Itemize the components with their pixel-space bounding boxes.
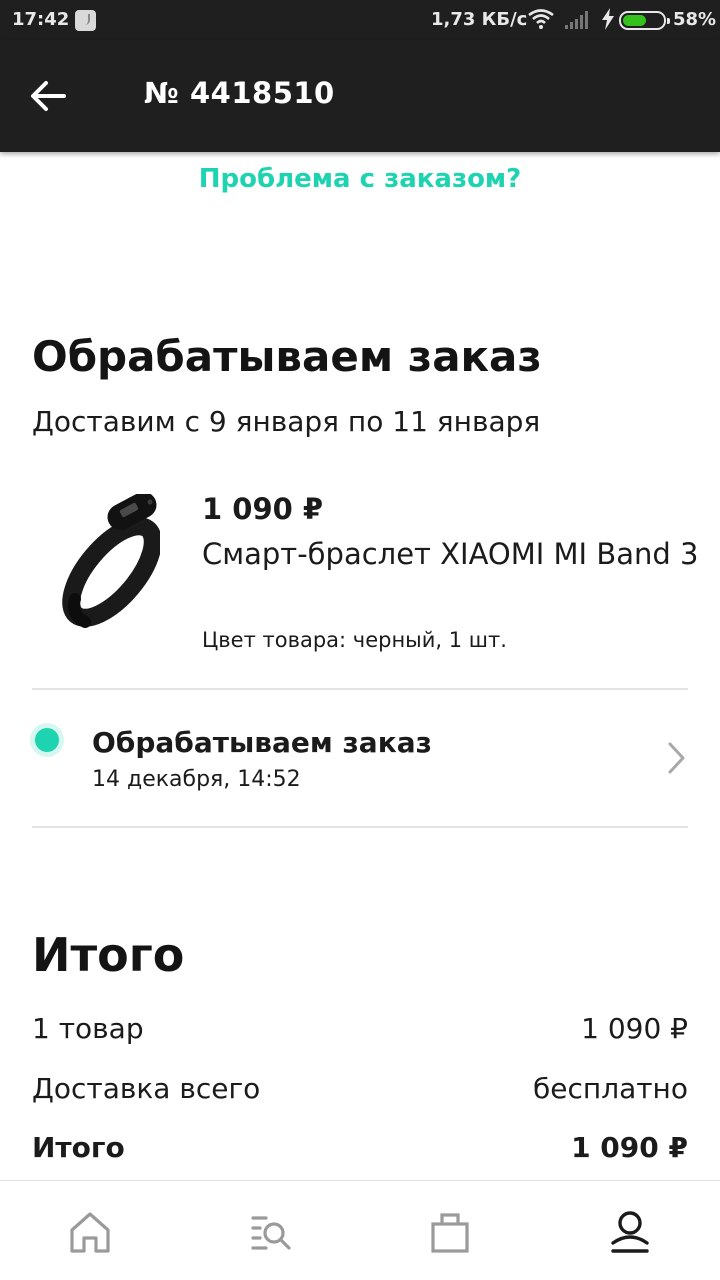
product-price: 1 090 ₽ (202, 492, 324, 526)
delivery-date-range: Доставим с 9 января по 11 января (32, 405, 541, 438)
nav-profile[interactable] (600, 1203, 660, 1263)
signal-icon (565, 11, 588, 29)
summary-value: 1 090 ₽ (581, 1012, 688, 1045)
summary-value: 1 090 ₽ (571, 1131, 688, 1164)
summary-value: бесплатно (533, 1072, 688, 1105)
nav-cart[interactable] (420, 1203, 480, 1263)
status-bar: 17:42 1,73 КБ/с 58% (0, 0, 720, 40)
status-dot-inner (35, 728, 59, 752)
summary-row-items: 1 товар 1 090 ₽ (32, 1012, 688, 1052)
back-button[interactable] (22, 74, 74, 118)
summary-heading: Итого (32, 928, 185, 982)
arrow-left-icon (31, 81, 66, 111)
order-status-heading: Обрабатываем заказ (32, 332, 542, 381)
divider (32, 826, 688, 828)
battery-percent: 58% (673, 9, 717, 30)
summary-row-total: Итого 1 090 ₽ (32, 1131, 688, 1171)
network-speed: 1,73 КБ/с (431, 9, 528, 30)
order-tracking-row[interactable]: Обрабатываем заказ 14 декабря, 14:52 (24, 702, 704, 814)
summary-label: Итого (32, 1131, 125, 1164)
fitness-band-image[interactable] (50, 494, 160, 634)
shopping-bag-icon (431, 1213, 469, 1253)
nav-home[interactable] (60, 1203, 120, 1263)
tracking-date: 14 декабря, 14:52 (92, 767, 301, 792)
product-name[interactable]: Смарт-браслет XIAOMI MI Band 3 (202, 534, 702, 574)
tracking-status: Обрабатываем заказ (92, 726, 432, 759)
chevron-right-icon (668, 742, 685, 774)
summary-label: Доставка всего (32, 1072, 261, 1105)
summary-row-delivery: Доставка всего бесплатно (32, 1072, 688, 1112)
bottom-navigation (0, 1180, 720, 1280)
charging-icon (602, 8, 614, 30)
battery-icon (619, 11, 670, 30)
profile-icon (611, 1211, 649, 1253)
divider (32, 688, 688, 690)
order-number-title: № 4418510 (144, 76, 335, 110)
summary-label: 1 товар (32, 1012, 144, 1045)
app-bar: № 4418510 (0, 40, 720, 152)
nav-catalog[interactable] (240, 1203, 300, 1263)
catalog-search-icon (251, 1216, 291, 1250)
battery-level (623, 15, 646, 26)
status-dot-icon (30, 723, 64, 757)
status-time: 17:42 (12, 9, 70, 30)
battery-tip (667, 18, 670, 24)
tiktok-icon (75, 10, 96, 31)
product-options: Цвет товара: черный, 1 шт. (202, 628, 507, 652)
order-problem-link[interactable]: Проблема с заказом? (0, 164, 720, 194)
wifi-icon (528, 9, 554, 29)
home-icon (70, 1212, 110, 1253)
